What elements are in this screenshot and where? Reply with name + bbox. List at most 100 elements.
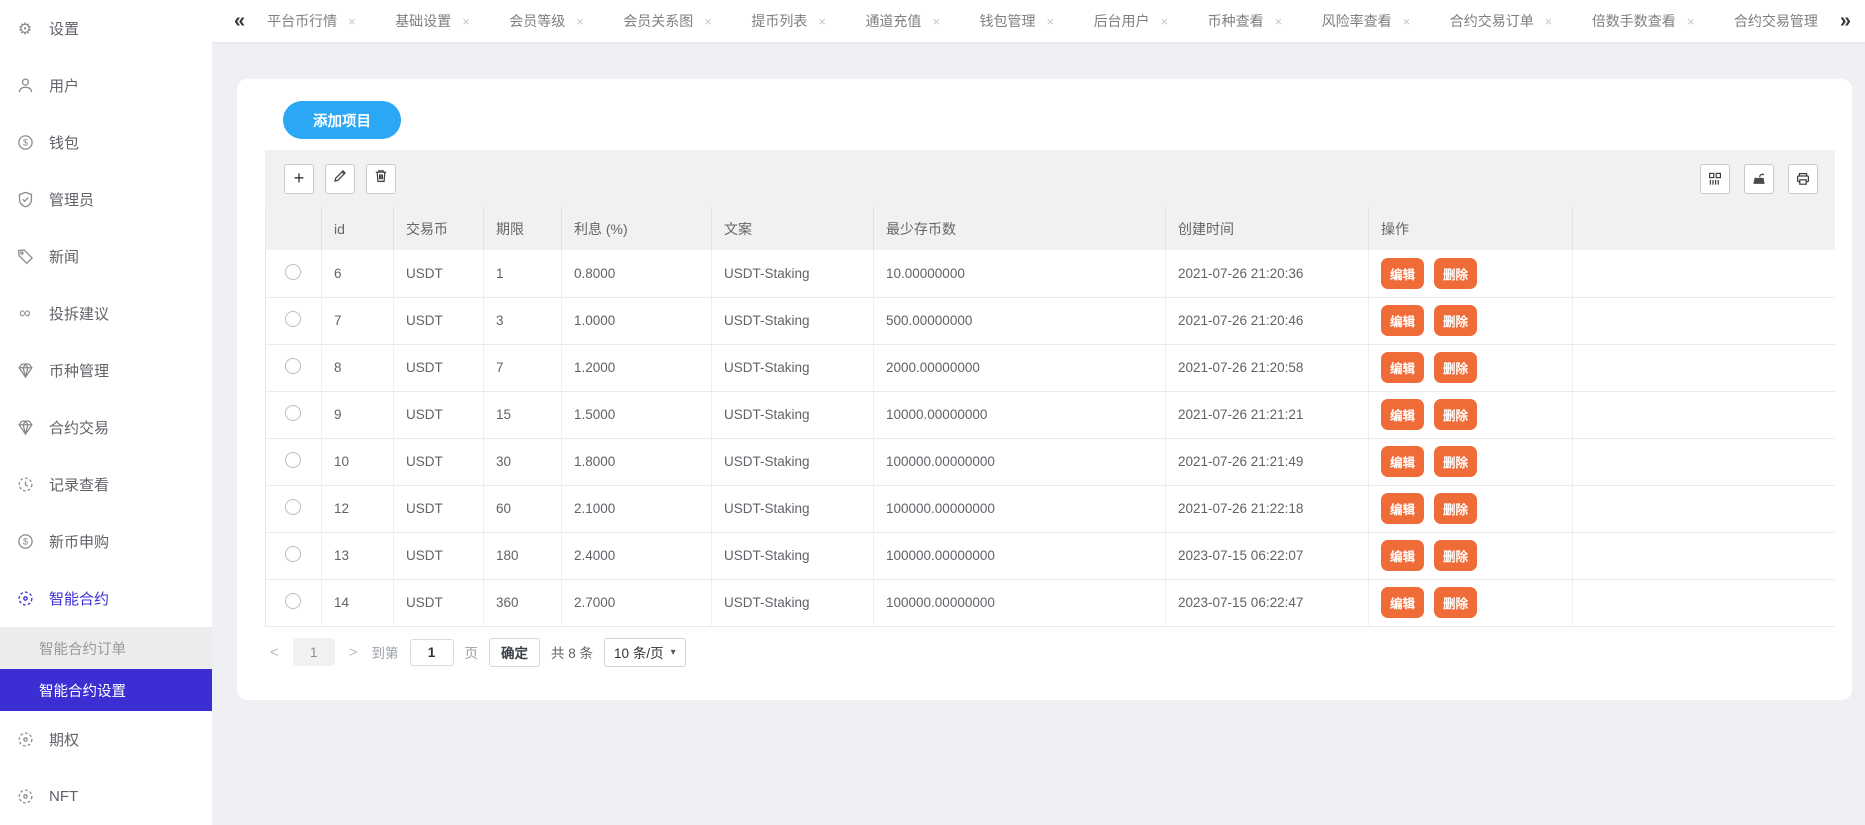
delete-button[interactable]: 删除 [1434, 587, 1477, 618]
prev-page-icon[interactable]: < [267, 644, 282, 661]
close-icon[interactable]: × [1403, 15, 1411, 28]
edit-button[interactable]: 编辑 [1381, 352, 1424, 383]
cell-created-at: 2023-07-15 06:22:47 [1166, 579, 1369, 626]
tab-coin-view[interactable]: 币种查看 × [1208, 11, 1283, 31]
edit-button[interactable]: 编辑 [1381, 399, 1424, 430]
row-select-radio[interactable] [285, 264, 301, 280]
sidebar-subitem-smart-contract-orders[interactable]: 智能合约订单 [0, 627, 212, 669]
tab-withdrawal-list[interactable]: 提币列表 × [751, 11, 826, 31]
cell-min-deposit: 100000.00000000 [874, 438, 1166, 485]
goto-page-input[interactable] [410, 639, 454, 666]
close-icon[interactable]: × [1275, 15, 1283, 28]
next-page-icon[interactable]: > [346, 644, 361, 661]
sidebar: ⚙ 设置 用户 $ 钱包 管理员 新闻 ∞ 投拆建议 币种管理 [0, 0, 212, 825]
delete-row-button[interactable] [366, 164, 396, 194]
delete-button[interactable]: 删除 [1434, 305, 1477, 336]
collapse-tabs-icon[interactable]: « [234, 11, 245, 31]
columns-icon[interactable] [1700, 164, 1730, 194]
close-icon[interactable]: × [348, 15, 356, 28]
delete-button[interactable]: 删除 [1434, 399, 1477, 430]
tab-risk-rate-view[interactable]: 风险率查看 × [1322, 11, 1411, 31]
sidebar-item-smart-contract[interactable]: 智能合约 [0, 570, 212, 627]
close-icon[interactable]: × [818, 15, 826, 28]
print-icon[interactable] [1788, 164, 1818, 194]
add-item-button[interactable]: 添加项目 [283, 101, 401, 139]
cell-text: USDT-Staking [712, 297, 874, 344]
sidebar-subitem-smart-contract-settings[interactable]: 智能合约设置 [0, 669, 212, 711]
close-icon[interactable]: × [462, 15, 470, 28]
row-select-radio[interactable] [285, 593, 301, 609]
edit-button[interactable]: 编辑 [1381, 305, 1424, 336]
delete-button[interactable]: 删除 [1434, 258, 1477, 289]
close-icon[interactable]: × [1047, 15, 1055, 28]
sidebar-item-coin-management[interactable]: 币种管理 [0, 342, 212, 399]
delete-button[interactable]: 删除 [1434, 352, 1477, 383]
row-select-radio[interactable] [285, 499, 301, 515]
sidebar-item-users[interactable]: 用户 [0, 57, 212, 114]
tab-member-level[interactable]: 会员等级 × [509, 11, 584, 31]
sidebar-item-suggestions[interactable]: ∞ 投拆建议 [0, 285, 212, 342]
cell-actions: 编辑删除 [1369, 297, 1573, 344]
table-row: 12 USDT 60 2.1000 USDT-Staking 100000.00… [266, 485, 1836, 532]
sidebar-item-news[interactable]: 新闻 [0, 228, 212, 285]
tab-basic-settings[interactable]: 基础设置 × [395, 11, 470, 31]
close-icon[interactable]: × [704, 15, 712, 28]
tab-platform-coin-market[interactable]: 平台币行情 × [267, 11, 356, 31]
sidebar-item-label: 用户 [49, 75, 79, 96]
export-icon[interactable] [1744, 164, 1774, 194]
edit-button[interactable]: 编辑 [1381, 258, 1424, 289]
edit-button[interactable]: 编辑 [1381, 540, 1424, 571]
sidebar-item-settings[interactable]: ⚙ 设置 [0, 0, 212, 57]
tab-label: 钱包管理 [980, 11, 1036, 31]
sidebar-item-contract-trade[interactable]: 合约交易 [0, 399, 212, 456]
header-period: 期限 [484, 207, 562, 250]
sidebar-item-admin[interactable]: 管理员 [0, 171, 212, 228]
close-icon[interactable]: × [1687, 15, 1695, 28]
close-icon[interactable]: × [576, 15, 584, 28]
cell-min-deposit: 2000.00000000 [874, 344, 1166, 391]
edit-button[interactable]: 编辑 [1381, 446, 1424, 477]
page-size-select[interactable]: 10 条/页 ▾ [604, 638, 686, 667]
add-row-button[interactable]: + [284, 164, 314, 194]
close-icon[interactable]: × [1545, 15, 1553, 28]
tab-multiplier-lots-view[interactable]: 倍数手数查看 × [1592, 11, 1695, 31]
header-min-deposit: 最少存币数 [874, 207, 1166, 250]
cell-id: 14 [322, 579, 394, 626]
pagination: < 1 > 到第 页 确定 共 8 条 10 条/页 ▾ [265, 638, 1835, 667]
edit-row-button[interactable] [325, 164, 355, 194]
close-icon[interactable]: × [1161, 15, 1169, 28]
tab-member-relations[interactable]: 会员关系图 × [623, 11, 712, 31]
header-text: 文案 [712, 207, 874, 250]
cell-text: USDT-Staking [712, 438, 874, 485]
sidebar-item-wallet[interactable]: $ 钱包 [0, 114, 212, 171]
tab-label: 合约交易管理 [1734, 11, 1818, 31]
tab-contract-trade-management[interactable]: 合约交易管理 [1734, 11, 1818, 31]
tab-label: 提币列表 [751, 11, 807, 31]
tab-label: 通道充值 [865, 11, 921, 31]
row-select-radio[interactable] [285, 311, 301, 327]
row-select-radio[interactable] [285, 358, 301, 374]
tab-channel-recharge[interactable]: 通道充值 × [865, 11, 940, 31]
sidebar-item-new-coin-subscribe[interactable]: $ 新币申购 [0, 513, 212, 570]
edit-button[interactable]: 编辑 [1381, 587, 1424, 618]
delete-button[interactable]: 删除 [1434, 540, 1477, 571]
row-select-radio[interactable] [285, 405, 301, 421]
close-icon[interactable]: × [932, 15, 940, 28]
overflow-tabs-icon[interactable]: » [1840, 11, 1851, 31]
sidebar-item-records[interactable]: 记录查看 [0, 456, 212, 513]
tab-wallet-management[interactable]: 钱包管理 × [980, 11, 1055, 31]
row-select-radio[interactable] [285, 546, 301, 562]
goto-page-label: 到第 [372, 642, 399, 662]
delete-button[interactable]: 删除 [1434, 493, 1477, 524]
confirm-button[interactable]: 确定 [489, 638, 540, 667]
tab-admin-users[interactable]: 后台用户 × [1094, 11, 1169, 31]
sidebar-item-options[interactable]: 期权 [0, 711, 212, 768]
sidebar-item-label: 新闻 [49, 246, 79, 267]
delete-button[interactable]: 删除 [1434, 446, 1477, 477]
edit-button[interactable]: 编辑 [1381, 493, 1424, 524]
row-select-radio[interactable] [285, 452, 301, 468]
tab-list: 平台币行情 × 基础设置 × 会员等级 × 会员关系图 × 提币列表 × 通道充… [267, 11, 1818, 31]
sidebar-item-nft[interactable]: NFT [0, 768, 212, 825]
tab-contract-trade-orders[interactable]: 合约交易订单 × [1450, 11, 1553, 31]
page-number-button[interactable]: 1 [293, 638, 335, 666]
